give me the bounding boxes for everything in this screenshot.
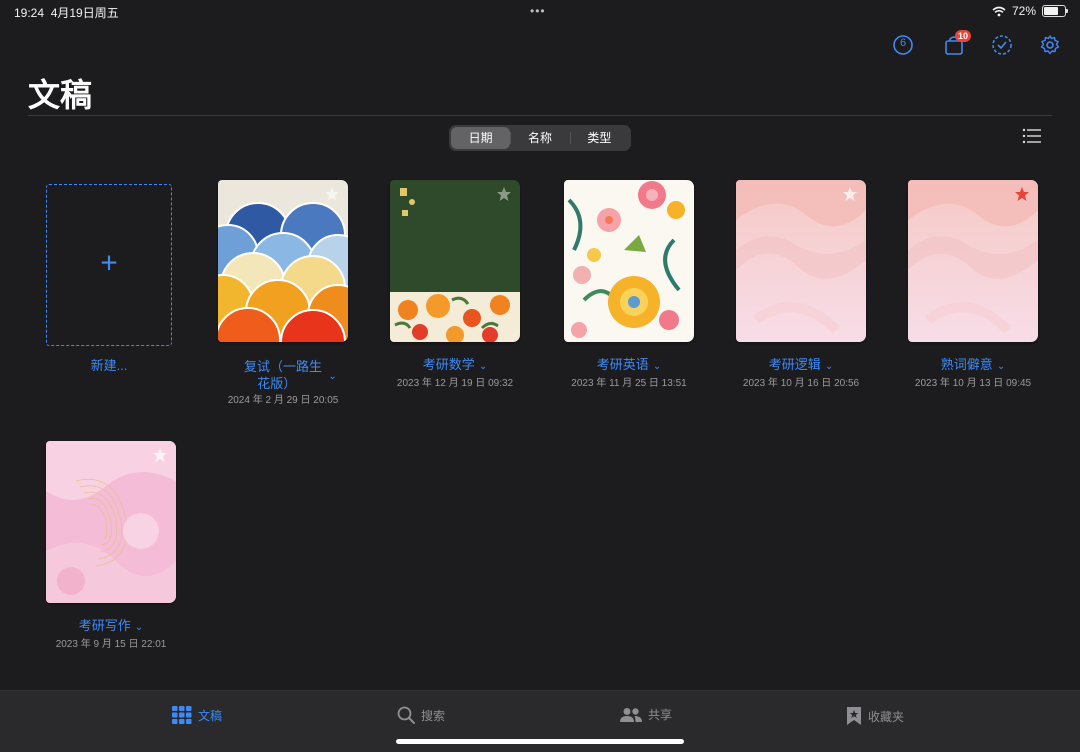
header-divider xyxy=(28,115,1052,116)
document-date: 2023 年 10 月 13 日 09:45 xyxy=(914,378,1032,389)
document-date: 2023 年 12 月 19 日 09:32 xyxy=(396,378,514,389)
page-title: 文稿 xyxy=(28,77,93,113)
chevron-down-icon[interactable]: ⌄ xyxy=(328,371,336,382)
multitasking-dots[interactable]: ••• xyxy=(530,4,546,18)
battery-percent: 72% xyxy=(1011,4,1036,18)
plus-icon: + xyxy=(100,246,118,280)
home-indicator[interactable] xyxy=(396,739,684,744)
star-icon[interactable] xyxy=(842,186,858,202)
sort-by-type[interactable]: 类型 xyxy=(569,127,629,149)
notification-badge: 10 xyxy=(955,30,972,42)
timer-icon[interactable]: 6 xyxy=(892,34,914,56)
status-time-date: 19:24 4月19日周五 xyxy=(14,6,119,20)
document-title[interactable]: 复试（一路生 花版） ⌄ xyxy=(196,358,370,394)
document-cover[interactable] xyxy=(46,441,176,603)
chevron-down-icon[interactable]: ⌄ xyxy=(825,361,833,372)
document-date: 2023 年 10 月 16 日 20:56 xyxy=(742,378,860,389)
document-title[interactable]: 熟词僻意 ⌄ xyxy=(886,356,1060,375)
search-icon xyxy=(397,706,415,724)
tab-favorites[interactable]: 收藏夹 xyxy=(846,706,904,726)
tab-search[interactable]: 搜索 xyxy=(397,706,445,724)
chevron-down-icon[interactable]: ⌄ xyxy=(479,361,487,372)
chevron-down-icon[interactable]: ⌄ xyxy=(653,361,661,372)
sort-by-date[interactable]: 日期 xyxy=(451,127,511,149)
new-document-label[interactable]: 新建... xyxy=(24,357,194,374)
notifications-bag-icon[interactable]: 10 xyxy=(943,30,972,56)
star-icon[interactable] xyxy=(496,186,512,202)
star-icon[interactable] xyxy=(152,447,168,463)
sort-by-name[interactable]: 名称 xyxy=(510,127,569,149)
document-title[interactable]: 考研逻辑 ⌄ xyxy=(714,356,888,375)
grid-icon xyxy=(172,706,192,724)
document-cover[interactable] xyxy=(736,180,866,342)
chevron-down-icon[interactable]: ⌄ xyxy=(135,622,143,633)
document-title[interactable]: 考研数学 ⌄ xyxy=(368,356,542,375)
star-icon[interactable] xyxy=(324,186,340,202)
document-cover[interactable] xyxy=(390,180,520,342)
select-checkmark-icon[interactable] xyxy=(991,34,1013,56)
document-cover[interactable] xyxy=(218,180,348,342)
sort-segmented-control: 日期 名称 类型 xyxy=(449,125,631,151)
list-view-icon[interactable] xyxy=(1022,128,1042,146)
battery-icon xyxy=(1042,5,1068,17)
document-title[interactable]: 考研写作 ⌄ xyxy=(24,617,198,636)
settings-gear-icon[interactable] xyxy=(1039,34,1061,56)
status-right: 72% xyxy=(992,4,1068,18)
document-date: 2024 年 2 月 29 日 20:05 xyxy=(227,395,339,406)
chevron-down-icon[interactable]: ⌄ xyxy=(997,361,1005,372)
people-icon xyxy=(620,707,642,722)
document-date: 2023 年 11 月 25 日 13:51 xyxy=(571,378,687,389)
document-date: 2023 年 9 月 15 日 22:01 xyxy=(55,639,167,650)
new-document-button[interactable]: + xyxy=(46,184,172,346)
document-title[interactable]: 考研英语 ⌄ xyxy=(542,356,716,375)
tab-documents[interactable]: 文稿 xyxy=(172,706,222,724)
tab-shared[interactable]: 共享 xyxy=(620,706,672,723)
bookmark-star-icon xyxy=(847,707,861,725)
wifi-icon xyxy=(992,6,1006,16)
document-cover[interactable] xyxy=(564,180,694,342)
document-cover[interactable] xyxy=(908,180,1038,342)
star-icon[interactable] xyxy=(1014,186,1030,202)
